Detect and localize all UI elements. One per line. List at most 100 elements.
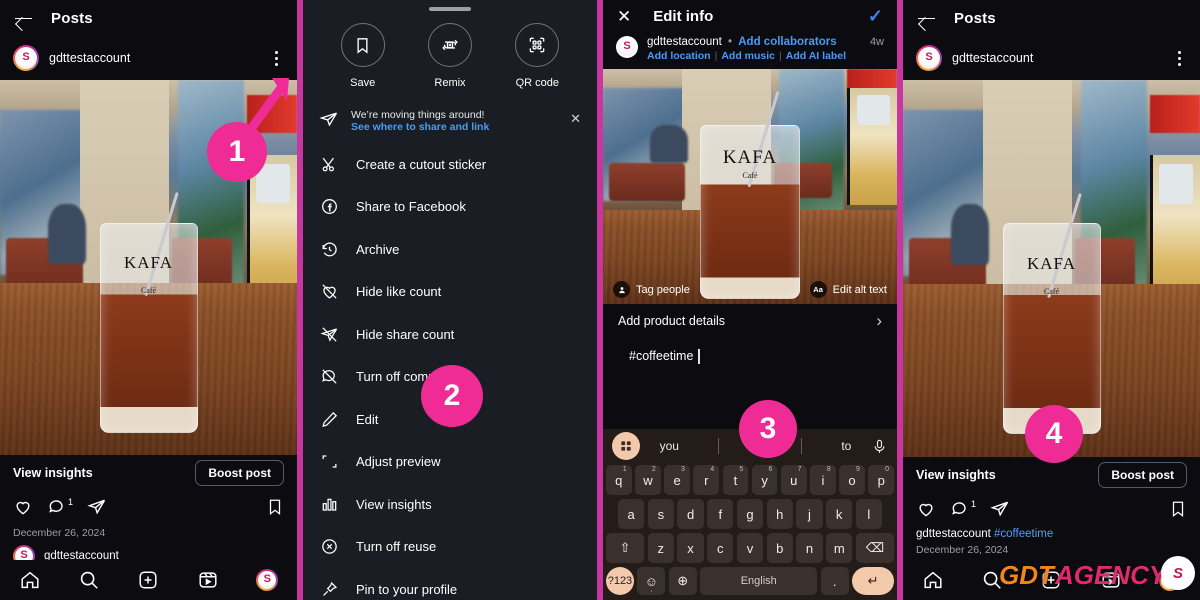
key-r[interactable]: r4: [693, 465, 720, 495]
key-y[interactable]: y6: [751, 465, 778, 495]
menu-item-cutout-sticker[interactable]: Create a cutout sticker: [303, 143, 597, 186]
key-e[interactable]: e3: [664, 465, 690, 495]
glass-brand-text: KAFA: [722, 147, 778, 169]
view-insights-link[interactable]: View insights: [916, 468, 996, 482]
comment-count: 1: [68, 497, 74, 507]
create-post-icon[interactable]: [137, 569, 159, 591]
key-x[interactable]: x: [677, 533, 704, 563]
key-m[interactable]: m: [826, 533, 853, 563]
backspace-key[interactable]: ⌫: [855, 533, 895, 563]
key-f[interactable]: f: [707, 499, 734, 529]
suggestion-0[interactable]: you: [660, 439, 679, 453]
tag-people-button[interactable]: Tag people: [613, 281, 690, 298]
post-photo[interactable]: KAFA Café: [903, 80, 1200, 457]
add-location-link[interactable]: Add location: [647, 50, 711, 62]
key-b[interactable]: b: [766, 533, 793, 563]
confirm-check-icon[interactable]: ✓: [868, 7, 883, 25]
back-arrow-icon[interactable]: [917, 9, 936, 28]
period-key[interactable]: .: [820, 567, 849, 595]
avatar: [616, 36, 638, 58]
keyboard-grid-icon[interactable]: [612, 432, 640, 460]
menu-item-archive[interactable]: Archive: [303, 228, 597, 271]
add-ai-label-link[interactable]: Add AI label: [786, 50, 846, 62]
tag-people-label: Tag people: [636, 283, 690, 296]
close-icon[interactable]: ✕: [570, 109, 581, 125]
profile-avatar-tab[interactable]: [256, 569, 279, 591]
bookmark-icon[interactable]: [1169, 500, 1187, 518]
key-a[interactable]: a: [618, 499, 645, 529]
shift-key[interactable]: ⇧: [606, 533, 645, 563]
caption-input[interactable]: #coffeetime: [603, 338, 897, 374]
edit-alt-text-button[interactable]: Aa Edit alt text: [809, 281, 887, 298]
key-p[interactable]: p0: [868, 465, 895, 495]
space-key[interactable]: English: [700, 567, 818, 595]
language-globe-key[interactable]: ⊕: [668, 567, 697, 595]
caption-account[interactable]: gdttestaccount: [916, 528, 991, 540]
page-title: Edit info: [653, 7, 714, 25]
more-options-icon[interactable]: [1171, 50, 1187, 66]
close-icon[interactable]: ✕: [617, 8, 631, 25]
view-insights-link[interactable]: View insights: [13, 466, 93, 480]
quick-action-save[interactable]: Save: [326, 23, 400, 91]
key-h[interactable]: h: [766, 499, 793, 529]
key-c[interactable]: c: [707, 533, 734, 563]
key-v[interactable]: v: [736, 533, 764, 563]
search-icon[interactable]: [78, 569, 100, 591]
comment-icon[interactable]: 1: [47, 497, 73, 517]
symbols-key[interactable]: ?123: [606, 567, 634, 595]
add-collaborators-link[interactable]: Add collaborators: [738, 36, 836, 48]
key-s[interactable]: s: [647, 499, 674, 529]
key-z[interactable]: z: [647, 533, 674, 563]
watermark-agency: AGENCY: [1055, 560, 1167, 590]
account-name[interactable]: gdttestaccount: [49, 51, 258, 65]
quick-action-remix[interactable]: Remix: [413, 23, 487, 91]
comment-icon[interactable]: 1: [950, 499, 976, 519]
share-icon[interactable]: [990, 499, 1010, 519]
key-d[interactable]: d: [677, 499, 704, 529]
key-k[interactable]: k: [826, 499, 853, 529]
key-q[interactable]: q1: [605, 465, 632, 495]
avatar[interactable]: [13, 45, 39, 71]
back-arrow-icon[interactable]: [14, 9, 33, 28]
menu-item-adjust-preview[interactable]: Adjust preview: [303, 441, 597, 484]
enter-key[interactable]: ↵: [852, 567, 895, 595]
caption-hashtag[interactable]: #coffeetime: [994, 528, 1053, 540]
key-j[interactable]: j: [796, 499, 823, 529]
boost-post-button[interactable]: Boost post: [195, 460, 284, 486]
emoji-key[interactable]: ☺,: [637, 567, 666, 595]
key-n[interactable]: n: [796, 533, 823, 563]
menu-item-turn-off-reuse[interactable]: Turn off reuse: [303, 526, 597, 569]
key-o[interactable]: o9: [839, 465, 865, 495]
bookmark-icon[interactable]: [266, 498, 284, 516]
edit-photo[interactable]: KAFA Café Tag people Aa Edit alt text: [603, 69, 897, 304]
avatar[interactable]: [916, 45, 942, 71]
key-i[interactable]: i8: [810, 465, 836, 495]
menu-item-hide-share-count[interactable]: Hide share count: [303, 313, 597, 356]
key-l[interactable]: l: [855, 499, 882, 529]
menu-item-hide-like-count[interactable]: Hide like count: [303, 271, 597, 314]
menu-item-pin-to-profile[interactable]: Pin to your profile: [303, 568, 597, 600]
home-icon[interactable]: [922, 569, 944, 591]
menu-item-share-facebook[interactable]: Share to Facebook: [303, 186, 597, 229]
add-product-details-row[interactable]: Add product details ›: [603, 304, 897, 338]
notice-link[interactable]: See where to share and link: [351, 121, 558, 133]
menu-item-label: Pin to your profile: [356, 581, 458, 597]
more-options-icon[interactable]: [268, 50, 284, 66]
account-name[interactable]: gdttestaccount: [952, 51, 1161, 65]
key-w[interactable]: w2: [635, 465, 661, 495]
key-u[interactable]: u7: [780, 465, 807, 495]
quick-action-qr[interactable]: QR code: [500, 23, 574, 91]
menu-item-view-insights[interactable]: View insights: [303, 483, 597, 526]
share-icon[interactable]: [87, 497, 107, 517]
caption-value: #coffeetime: [629, 349, 694, 363]
reels-icon[interactable]: [197, 569, 219, 591]
key-t[interactable]: t5: [722, 465, 749, 495]
like-icon[interactable]: [916, 499, 936, 519]
microphone-icon[interactable]: [871, 438, 888, 455]
add-music-link[interactable]: Add music: [721, 50, 775, 62]
boost-post-button[interactable]: Boost post: [1098, 462, 1187, 488]
like-icon[interactable]: [13, 497, 33, 517]
key-g[interactable]: g: [736, 499, 764, 529]
suggestion-2[interactable]: to: [841, 439, 851, 453]
home-icon[interactable]: [19, 569, 41, 591]
